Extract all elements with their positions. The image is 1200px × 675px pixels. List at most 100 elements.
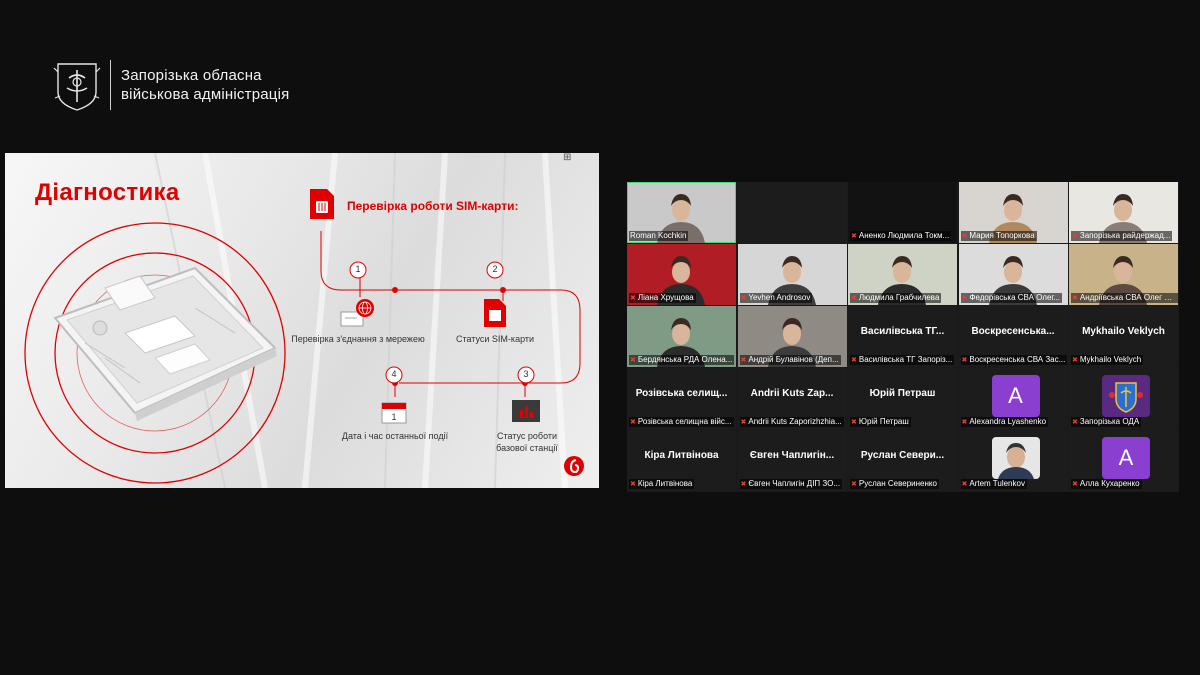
participant-name-label: ✖ Юрій Петраш <box>850 417 911 427</box>
participant-display-name: Руслан Севери... <box>860 450 945 461</box>
participant-name-label: ✖ Запорізька райдержад... <box>1071 231 1173 241</box>
participant-tile[interactable] <box>737 182 847 243</box>
muted-mic-icon: ✖ <box>740 419 747 426</box>
participant-name-text: Юрій Петраш <box>858 417 909 426</box>
participant-avatar: A <box>1102 437 1150 479</box>
participant-name-text: Алла Кухаренко <box>1079 479 1140 488</box>
participant-name-label: ✖ Запорізька ОДА <box>1071 417 1142 427</box>
muted-mic-icon: ✖ <box>961 419 968 426</box>
participant-name-label: ✖ Аненко Людмила Токм... <box>850 231 952 241</box>
participant-name-label: ✖ Andrii Kuts Zaporizhzhia... <box>739 417 844 427</box>
participant-name-text: Мария Топоркова <box>969 231 1035 240</box>
organization-header: Запорізька обласна військова адміністрац… <box>52 57 289 113</box>
participant-tile[interactable]: Розівська селищ... ✖ Розівська селищна вій… <box>627 368 736 429</box>
participant-display-name: Розівська селищ... <box>635 388 728 399</box>
sim-status-icon <box>484 299 506 327</box>
participant-name-text: Ліана Хрущова <box>637 293 694 302</box>
participant-display-name: Andrii Kuts Zap... <box>750 388 834 399</box>
participant-name-label: ✖ Mykhailo Veklych <box>1071 355 1144 365</box>
organization-title-line2: військова адміністрація <box>121 86 290 103</box>
calendar-icon: 1 <box>381 402 407 424</box>
step-label-base-station: Статус роботи базової станції <box>487 430 567 454</box>
step-number-3: 3 <box>523 369 529 379</box>
participant-name-label: ✖ Кіра Литвінова <box>629 479 695 489</box>
header-divider <box>110 60 111 110</box>
participant-tile[interactable]: Кіра Литвінова ✖ Кіра Литвінова <box>627 430 736 491</box>
participant-name-text: Кіра Литвінова <box>637 479 693 488</box>
step-label-base-station-line2: базової станції <box>496 443 558 453</box>
participant-tile[interactable]: Mykhailo Veklych ✖ Mykhailo Veklych <box>1069 306 1178 367</box>
participant-tile[interactable]: Roman Kochkin <box>627 182 736 243</box>
muted-mic-icon: ✖ <box>961 295 968 302</box>
participant-display-name: Mykhailo Veklych <box>1082 326 1165 337</box>
participant-name-text: Андріївська СВА Олег Д... <box>1079 293 1177 302</box>
participant-name-label: ✖ Бердянська РДА Олена... <box>629 355 735 365</box>
muted-mic-icon: ✖ <box>851 357 857 364</box>
participant-tile[interactable]: Юрій Петраш ✖ Юрій Петраш <box>848 368 957 429</box>
shared-presentation-slide: Діагностика Перевірка роботи SIM-карти: … <box>5 153 599 488</box>
participant-name-label: Roman Kochkin <box>629 231 689 241</box>
muted-mic-icon: ✖ <box>1072 295 1078 302</box>
participant-name-label: ✖ Alexandra Lyashenko <box>960 417 1049 427</box>
participant-tile[interactable]: ✖ Artem Tulenkov <box>958 430 1068 491</box>
participant-name-label: ✖ Руслан Севериненко <box>850 479 939 489</box>
participant-name-text: Федорівська СВА Олег... <box>969 293 1061 302</box>
participant-display-name: Кіра Литвінова <box>644 450 719 461</box>
participant-tile[interactable]: A ✖ Алла Кухаренко <box>1069 430 1178 491</box>
participant-tile[interactable]: ✖ Запорізька ОДА <box>1069 368 1178 429</box>
participant-tile[interactable]: ✖ Мария Топоркова <box>958 182 1068 243</box>
participant-tile[interactable]: ✖ Людмила Грабчилева <box>848 244 957 305</box>
step-number-2: 2 <box>492 264 498 274</box>
coat-of-arms-icon <box>53 63 101 111</box>
video-participants-grid: Roman Kochkin ✖ Аненко Людмила Токм... ✖ Мар… <box>627 182 1179 492</box>
participant-name-text: Запорізька райдержад... <box>1079 231 1171 240</box>
step-number-4: 4 <box>391 369 397 379</box>
muted-mic-icon: ✖ <box>630 419 636 426</box>
calendar-day-number: 1 <box>391 412 396 422</box>
muted-mic-icon: ✖ <box>961 481 968 488</box>
participant-name-text: Розівська селищна війс... <box>637 417 732 426</box>
muted-mic-icon: ✖ <box>1072 233 1078 240</box>
muted-mic-icon: ✖ <box>851 295 857 302</box>
muted-mic-icon: ✖ <box>740 295 747 302</box>
participant-tile[interactable]: ✖ Бердянська РДА Олена... <box>627 306 736 367</box>
participant-name-text: Запорізька ОДА <box>1079 417 1140 426</box>
participant-name-text: Бердянська РДА Олена... <box>637 355 733 364</box>
participant-tile[interactable]: Руслан Севери... ✖ Руслан Севериненко <box>848 430 957 491</box>
participant-tile[interactable]: Василівська ТГ... ✖ Василівська ТГ Запоріз… <box>848 306 957 367</box>
participant-tile[interactable]: ✖ Ліана Хрущова <box>627 244 736 305</box>
participant-name-text: Аненко Людмила Токм... <box>858 231 950 240</box>
participant-tile[interactable]: ✖ Андрій Булавінов (Деп... <box>737 306 847 367</box>
participant-tile[interactable]: ✖ Запорізька райдержад... <box>1069 182 1178 243</box>
participant-name-text: Alexandra Lyashenko <box>969 417 1047 426</box>
participant-name-text: Artem Tulenkov <box>969 479 1025 488</box>
participant-tile[interactable]: Воскресенська... ✖ Воскресенська СВА Зас..… <box>958 306 1068 367</box>
step-number-1: 1 <box>355 264 361 274</box>
participant-display-name: Юрій Петраш <box>869 388 936 399</box>
participant-name-text: Mykhailo Veklych <box>1079 355 1142 364</box>
base-station-chart-icon <box>512 400 540 422</box>
participant-name-label: ✖ Андрій Булавінов (Деп... <box>739 355 841 365</box>
muted-mic-icon: ✖ <box>630 295 636 302</box>
muted-mic-icon: ✖ <box>630 357 636 364</box>
participant-name-label: ✖ Ліана Хрущова <box>629 293 696 303</box>
participant-tile[interactable]: ✖ Андріївська СВА Олег Д... <box>1069 244 1178 305</box>
muted-mic-icon: ✖ <box>1072 419 1078 426</box>
participant-tile[interactable]: ✖ Федорівська СВА Олег... <box>958 244 1068 305</box>
participant-tile[interactable]: Andrii Kuts Zap... ✖ Andrii Kuts Zaporizhz… <box>737 368 847 429</box>
step-label-last-event: Дата і час останньої події <box>341 431 449 441</box>
participant-tile[interactable]: ✖ Аненко Людмила Токм... <box>848 182 957 243</box>
participant-name-text: Людмила Грабчилева <box>858 293 940 302</box>
participant-name-label: ✖ Artem Tulenkov <box>960 479 1027 489</box>
step-label-network: Перевірка з'єднання з мережею <box>291 334 425 344</box>
participant-name-label: ✖ Федорівська СВА Олег... <box>960 293 1063 303</box>
slide-menu-icon[interactable]: ⊞ <box>563 153 573 163</box>
participant-name-label: ✖ Воскресенська СВА Зас... <box>960 355 1068 365</box>
participant-tile[interactable]: ✖ Yevhen Androsov <box>737 244 847 305</box>
participant-name-label: ✖ Євген Чаплигін ДІП ЗО... <box>739 479 843 489</box>
participant-tile[interactable]: Євген Чаплигін... ✖ Євген Чаплигін ДІП ЗО.… <box>737 430 847 491</box>
participant-name-label: ✖ Розівська селищна війс... <box>629 417 734 427</box>
participant-display-name: Василівська ТГ... <box>860 326 945 337</box>
participant-name-label: ✖ Алла Кухаренко <box>1071 479 1142 489</box>
participant-tile[interactable]: A ✖ Alexandra Lyashenko <box>958 368 1068 429</box>
